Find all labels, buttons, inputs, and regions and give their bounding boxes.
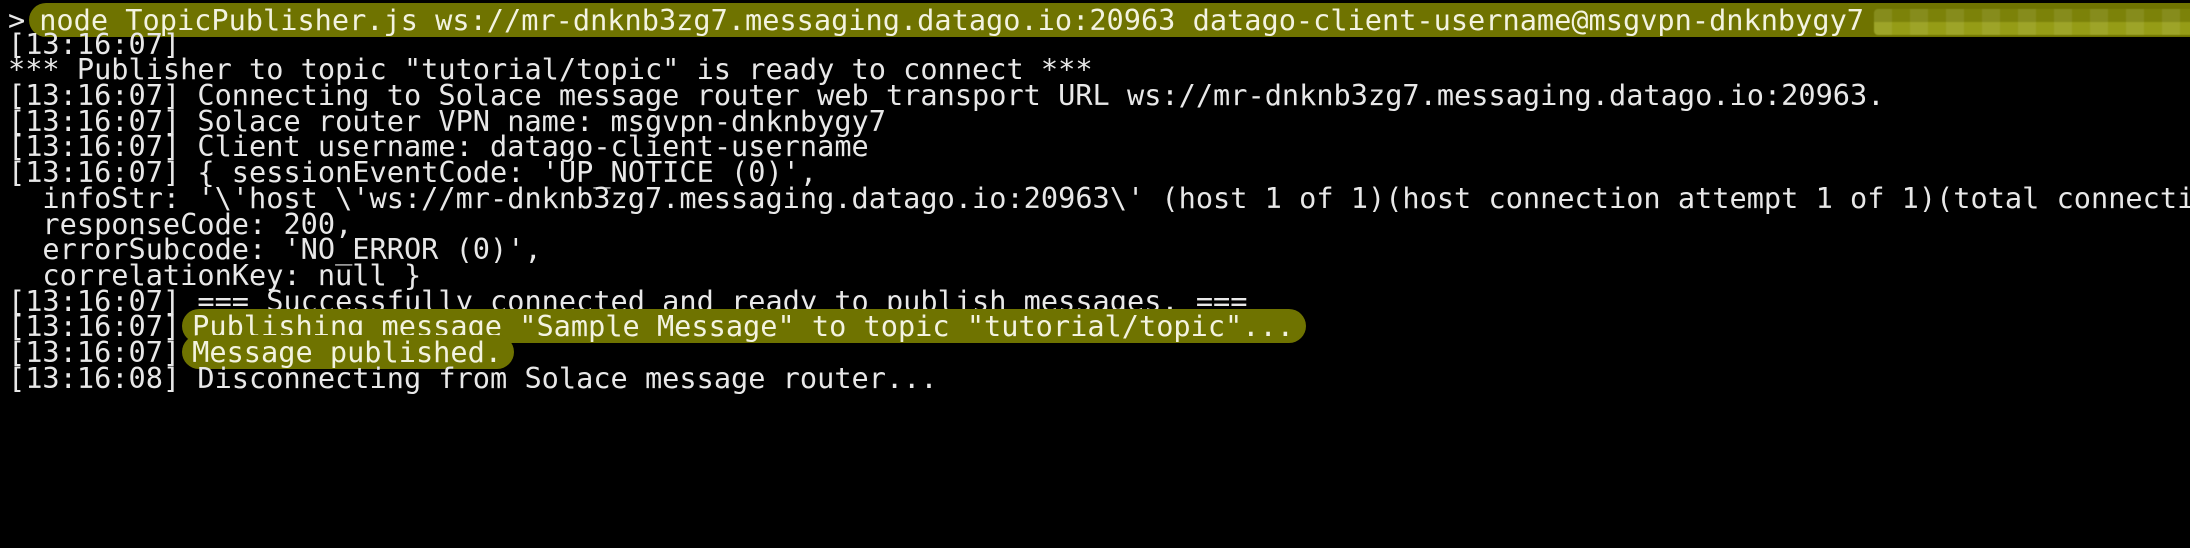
command-line: > node TopicPublisher.js ws://mr-dnknb3zg… xyxy=(8,2,2190,38)
redacted-password xyxy=(1874,9,2190,35)
command-text: node TopicPublisher.js ws://mr-dnknb3zg7… xyxy=(29,3,2190,37)
line-text: Disconnecting from Solace message router… xyxy=(180,361,938,395)
timestamp: [13:16:08] xyxy=(8,361,181,395)
terminal-window[interactable]: > node TopicPublisher.js ws://mr-dnknb3zg… xyxy=(0,0,2190,548)
output-line: [13:16:08] Disconnecting from Solace mes… xyxy=(8,360,938,396)
command-string: node TopicPublisher.js ws://mr-dnknb3zg7… xyxy=(39,3,1864,37)
